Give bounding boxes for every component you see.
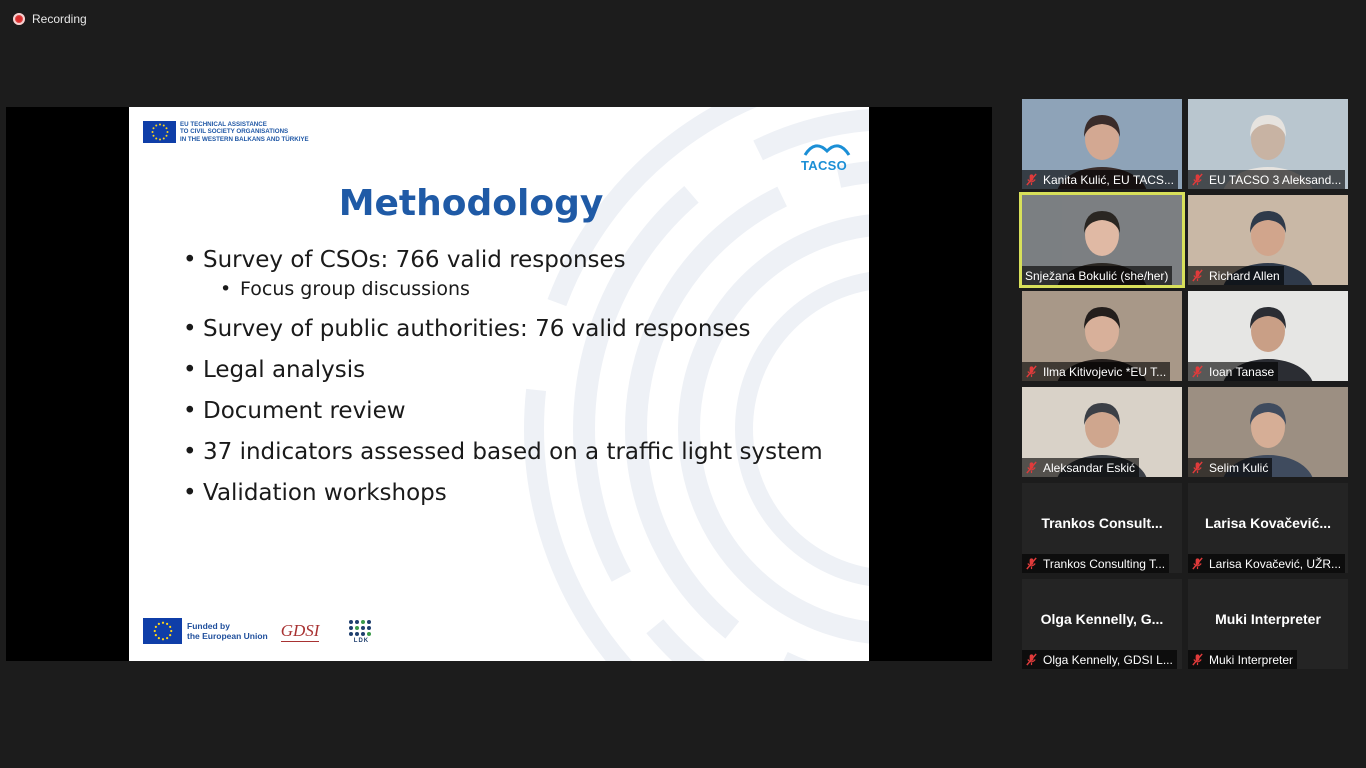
participant-name: Aleksandar Eskić — [1043, 460, 1136, 475]
tacso-logo-text: TACSO — [801, 158, 848, 173]
muted-mic-icon — [1026, 653, 1037, 666]
bullet-item: Survey of CSOs: 766 valid responses — [183, 245, 823, 275]
muted-mic-icon — [1026, 173, 1037, 186]
participant-name: Olga Kennelly, GDSI L... — [1043, 652, 1173, 667]
participant-name: Ilma Kitivojevic *EU T... — [1043, 364, 1167, 379]
participant-tile[interactable]: EU TACSO 3 Aleksand... — [1188, 99, 1348, 189]
muted-mic-icon — [1192, 365, 1203, 378]
participant-name-tag: Larisa Kovačević, UŽR... — [1188, 554, 1346, 573]
muted-mic-icon — [1026, 557, 1037, 570]
participant-name: Snježana Bokulić (she/her) — [1025, 268, 1169, 283]
participant-display-name: Trankos Consult... — [1041, 515, 1163, 531]
recording-indicator[interactable]: Recording — [13, 12, 87, 26]
participant-tile[interactable]: Ilma Kitivojevic *EU T... — [1022, 291, 1182, 381]
participant-tile[interactable]: Richard Allen — [1188, 195, 1348, 285]
ldk-logo-text: LDK — [353, 638, 370, 644]
participant-name-tag: Olga Kennelly, GDSI L... — [1022, 650, 1177, 669]
bullet-item: Legal analysis — [183, 355, 823, 385]
bullet-list: Survey of CSOs: 766 valid responses Focu… — [183, 245, 823, 508]
participant-tile[interactable]: Muki Interpreter Muki Interpreter — [1188, 579, 1348, 669]
participant-name: Selim Kulić — [1209, 460, 1269, 475]
participant-tile[interactable]: Selim Kulić — [1188, 387, 1348, 477]
record-icon — [13, 13, 25, 25]
presentation-slide: EU TECHNICAL ASSISTANCE TO CIVIL SOCIETY… — [129, 107, 869, 661]
bullet-item: Validation workshops — [183, 478, 823, 508]
muted-mic-icon — [1192, 173, 1203, 186]
muted-mic-icon — [1192, 461, 1203, 474]
participant-name-tag: Ilma Kitivojevic *EU T... — [1022, 362, 1171, 381]
participant-name: Richard Allen — [1209, 268, 1280, 283]
participant-name-tag: Ioan Tanase — [1188, 362, 1279, 381]
eu-flag-icon — [143, 618, 182, 644]
participant-tile[interactable]: Kanita Kulić, EU TACS... — [1022, 99, 1182, 189]
participant-tile[interactable]: Larisa Kovačević... Larisa Kovačević, UŽR… — [1188, 483, 1348, 573]
muted-mic-icon — [1192, 653, 1203, 666]
participant-name-tag: Richard Allen — [1188, 266, 1284, 285]
muted-mic-icon — [1026, 461, 1037, 474]
participant-name: Trankos Consulting T... — [1043, 556, 1166, 571]
eu-tacso-header: EU TECHNICAL ASSISTANCE TO CIVIL SOCIETY… — [143, 121, 309, 144]
recording-label: Recording — [32, 12, 87, 26]
participant-tile[interactable]: Ioan Tanase — [1188, 291, 1348, 381]
participant-name: EU TACSO 3 Aleksand... — [1209, 172, 1342, 187]
slide-footer-logos: Funded by the European Union GDSI LDK — [143, 618, 375, 644]
slide-title: Methodology — [338, 183, 604, 224]
funded-line-1: Funded by — [187, 621, 230, 631]
participant-tile[interactable]: Trankos Consult... Trankos Consulting T..… — [1022, 483, 1182, 573]
header-line-1: EU TECHNICAL ASSISTANCE — [180, 121, 267, 128]
ldk-dots-icon — [349, 620, 372, 636]
header-line-2: TO CIVIL SOCIETY ORGANISATIONS — [180, 128, 289, 136]
header-line-3: IN THE WESTERN BALKANS AND TÜRKIYE — [180, 135, 309, 143]
participant-name: Kanita Kulić, EU TACS... — [1043, 172, 1174, 187]
participant-tile-active-speaker[interactable]: Snježana Bokulić (she/her) — [1022, 195, 1182, 285]
muted-mic-icon — [1192, 557, 1203, 570]
participant-name-tag: Snježana Bokulić (she/her) — [1022, 266, 1173, 285]
shared-screen: EU TECHNICAL ASSISTANCE TO CIVIL SOCIETY… — [6, 107, 992, 661]
tacso-logo: TACSO — [801, 137, 853, 173]
participant-name-tag: Selim Kulić — [1188, 458, 1273, 477]
participant-name-tag: Trankos Consulting T... — [1022, 554, 1170, 573]
muted-mic-icon — [1026, 365, 1037, 378]
gdsi-logo: GDSI — [280, 620, 320, 642]
participant-name-tag: EU TACSO 3 Aleksand... — [1188, 170, 1346, 189]
participant-name: Larisa Kovačević, UŽR... — [1209, 556, 1342, 571]
participant-name: Ioan Tanase — [1209, 364, 1275, 379]
funded-line-2: the European Union — [187, 631, 268, 641]
eu-header-text: EU TECHNICAL ASSISTANCE TO CIVIL SOCIETY… — [180, 121, 309, 143]
participant-display-name: Muki Interpreter — [1215, 611, 1321, 627]
funded-by-eu-text: Funded by the European Union — [187, 621, 268, 641]
participant-name-tag: Muki Interpreter — [1188, 650, 1298, 669]
participant-tile[interactable]: Aleksandar Eskić — [1022, 387, 1182, 477]
muted-mic-icon — [1192, 269, 1203, 282]
bullet-item: Survey of public authorities: 76 valid r… — [183, 314, 823, 344]
participant-display-name: Larisa Kovačević... — [1204, 515, 1332, 531]
participant-display-name: Olga Kennelly, G... — [1040, 611, 1164, 627]
participant-tile[interactable]: Olga Kennelly, G... Olga Kennelly, GDSI L… — [1022, 579, 1182, 669]
bullet-item: 37 indicators assessed based on a traffi… — [183, 437, 823, 467]
participant-name-tag: Aleksandar Eskić — [1022, 458, 1140, 477]
eu-flag-icon — [143, 121, 176, 144]
participant-name: Muki Interpreter — [1209, 652, 1294, 667]
sub-bullet-item: Focus group discussions — [183, 277, 823, 301]
bullet-item: Document review — [183, 396, 823, 426]
participant-name-tag: Kanita Kulić, EU TACS... — [1022, 170, 1178, 189]
ldk-logo: LDK — [347, 618, 375, 644]
